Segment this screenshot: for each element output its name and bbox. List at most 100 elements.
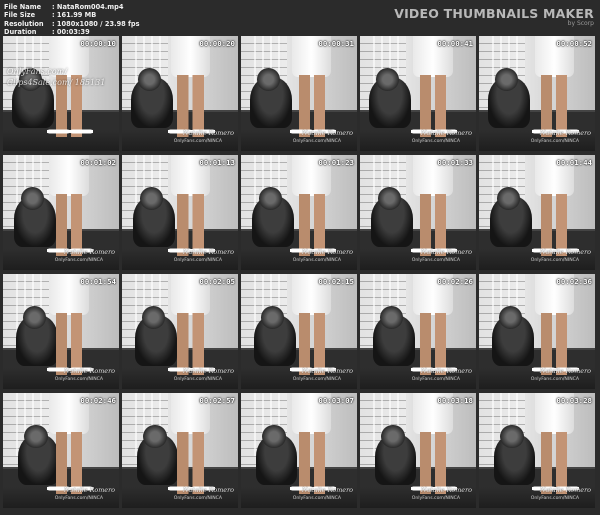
video-thumbnail[interactable]: 00:01:02 Natalie Romero OnlyFans.com/NINCA [3, 155, 119, 270]
thumbnail-timestamp: 00:01:54 [80, 277, 116, 286]
thumbnail-timestamp: 00:01:23 [318, 158, 354, 167]
thumbnail-timestamp: 00:00:52 [556, 39, 592, 48]
signature-watermark: Natalie Romero [301, 486, 353, 494]
watermark-subtext: OnlyFans.com/NINCA [530, 377, 579, 382]
meta-value: : NataRom004.mp4 [52, 3, 124, 11]
meta-row-resolution: Resolution : 1080x1080 / 23.98 fps [4, 20, 140, 28]
watermark-subtext: OnlyFans.com/NINCA [530, 139, 579, 144]
watermark-subtext: OnlyFans.com/NINCA [411, 377, 460, 382]
channel-overlay-text: OnlyFans.com/Clips4Sale.com/ 185131 [7, 66, 105, 88]
watermark-subtext: OnlyFans.com/NINCA [173, 496, 222, 501]
watermark-subtext: OnlyFans.com/NINCA [54, 377, 103, 382]
thumbnail-timestamp: 00:02:57 [199, 396, 235, 405]
thumbnail-timestamp: 00:03:18 [437, 396, 473, 405]
video-thumbnail[interactable]: 00:03:07 Natalie Romero OnlyFans.com/NINCA [241, 393, 357, 508]
video-thumbnail[interactable]: 00:02:26 Natalie Romero OnlyFans.com/NINCA [360, 274, 476, 389]
watermark-subtext: OnlyFans.com/NINCA [292, 258, 341, 263]
overlay-line: OnlyFans.com/ [7, 67, 67, 76]
thumbnail-timestamp: 00:01:44 [556, 158, 592, 167]
meta-row-file-name: File Name : NataRom004.mp4 [4, 3, 140, 11]
signature-watermark: Natalie Romero [420, 129, 472, 137]
watermark-subtext: OnlyFans.com/NINCA [173, 258, 222, 263]
video-thumbnail[interactable]: 00:02:15 Natalie Romero OnlyFans.com/NINCA [241, 274, 357, 389]
watermark-subtext: OnlyFans.com/NINCA [292, 139, 341, 144]
signature-watermark: Natalie Romero [63, 248, 115, 256]
signature-watermark: Natalie Romero [301, 129, 353, 137]
signature-watermark: Natalie Romero [539, 486, 591, 494]
file-metadata: File Name : NataRom004.mp4 File Size : 1… [4, 3, 140, 36]
video-thumbnail[interactable]: 00:02:57 Natalie Romero OnlyFans.com/NINCA [122, 393, 238, 508]
thumbnail-timestamp: 00:03:07 [318, 396, 354, 405]
signature-watermark: Natalie Romero [182, 248, 234, 256]
video-thumbnail[interactable]: 00:00:10 OnlyFans.com/Clips4Sale.com/ 185… [3, 36, 119, 151]
meta-row-file-size: File Size : 161.99 MB [4, 11, 140, 19]
video-thumbnail[interactable]: 00:00:31 Natalie Romero OnlyFans.com/NINCA [241, 36, 357, 151]
meta-value: : 1080x1080 / 23.98 fps [52, 19, 140, 28]
meta-value: : 161.99 MB [52, 11, 97, 20]
brand-title: VIDEO THUMBNAILS MAKER [394, 6, 594, 21]
video-thumbnail[interactable]: 00:03:18 Natalie Romero OnlyFans.com/NINCA [360, 393, 476, 508]
thumbnail-timestamp: 00:02:15 [318, 277, 354, 286]
video-thumbnail[interactable]: 00:01:23 Natalie Romero OnlyFans.com/NINCA [241, 155, 357, 270]
signature-watermark: Natalie Romero [420, 486, 472, 494]
thumbnail-timestamp: 00:00:41 [437, 39, 473, 48]
meta-key: Duration [4, 27, 37, 36]
video-thumbnail[interactable]: 00:01:54 Natalie Romero OnlyFans.com/NINCA [3, 274, 119, 389]
watermark-subtext: OnlyFans.com/NINCA [54, 496, 103, 501]
signature-watermark: Natalie Romero [301, 248, 353, 256]
signature-watermark: Natalie Romero [63, 367, 115, 375]
watermark-subtext: OnlyFans.com/NINCA [530, 258, 579, 263]
video-thumbnail[interactable]: 00:02:36 Natalie Romero OnlyFans.com/NINCA [479, 274, 595, 389]
signature-watermark: Natalie Romero [63, 486, 115, 494]
info-header: File Name : NataRom004.mp4 File Size : 1… [0, 0, 600, 36]
watermark-subtext: OnlyFans.com/NINCA [54, 258, 103, 263]
meta-key: Resolution [4, 19, 44, 28]
thumbnail-timestamp: 00:03:28 [556, 396, 592, 405]
brand-subtitle: by Scorp [567, 20, 594, 27]
signature-watermark: Natalie Romero [301, 367, 353, 375]
watermark-subtext: OnlyFans.com/NINCA [292, 377, 341, 382]
meta-key: File Size [4, 11, 36, 20]
signature-watermark: Natalie Romero [182, 129, 234, 137]
thumbnail-timestamp: 00:00:31 [318, 39, 354, 48]
thumbnail-timestamp: 00:01:02 [80, 158, 116, 167]
video-thumbnail[interactable]: 00:02:46 Natalie Romero OnlyFans.com/NINCA [3, 393, 119, 508]
video-thumbnail[interactable]: 00:02:05 Natalie Romero OnlyFans.com/NINCA [122, 274, 238, 389]
meta-key: File Name [4, 3, 42, 11]
thumbnail-timestamp: 00:02:05 [199, 277, 235, 286]
signature-watermark: Natalie Romero [420, 367, 472, 375]
watermark-subtext: OnlyFans.com/NINCA [411, 496, 460, 501]
thumbnail-grid: 00:00:10 OnlyFans.com/Clips4Sale.com/ 185… [3, 36, 595, 508]
overlay-line: Clips4Sale.com/ 185131 [7, 78, 106, 87]
signature-watermark: Natalie Romero [182, 367, 234, 375]
video-thumbnail[interactable]: 00:01:33 Natalie Romero OnlyFans.com/NINCA [360, 155, 476, 270]
thumbnail-timestamp: 00:00:10 [80, 39, 116, 48]
watermark-subtext: OnlyFans.com/NINCA [173, 377, 222, 382]
thumbnail-timestamp: 00:01:33 [437, 158, 473, 167]
signature-watermark: Natalie Romero [420, 248, 472, 256]
video-thumbnail[interactable]: 00:01:44 Natalie Romero OnlyFans.com/NINCA [479, 155, 595, 270]
thumbnail-timestamp: 00:01:13 [199, 158, 235, 167]
watermark-subtext: OnlyFans.com/NINCA [411, 139, 460, 144]
watermark-subtext: OnlyFans.com/NINCA [530, 496, 579, 501]
thumbnail-timestamp: 00:02:46 [80, 396, 116, 405]
meta-row-duration: Duration : 00:03:39 [4, 28, 140, 36]
thumbnail-frame-image [3, 36, 119, 151]
watermark-subtext: OnlyFans.com/NINCA [173, 139, 222, 144]
video-thumbnail[interactable]: 00:03:28 Natalie Romero OnlyFans.com/NINCA [479, 393, 595, 508]
video-thumbnail[interactable]: 00:01:13 Natalie Romero OnlyFans.com/NINCA [122, 155, 238, 270]
thumbnail-timestamp: 00:02:36 [556, 277, 592, 286]
video-thumbnail[interactable]: 00:00:52 Natalie Romero OnlyFans.com/NINCA [479, 36, 595, 151]
signature-watermark: Natalie Romero [182, 486, 234, 494]
meta-value: : 00:03:39 [52, 27, 90, 36]
thumbnail-timestamp: 00:02:26 [437, 277, 473, 286]
video-thumbnail[interactable]: 00:00:20 Natalie Romero OnlyFans.com/NINCA [122, 36, 238, 151]
thumbnail-timestamp: 00:00:20 [199, 39, 235, 48]
brand-logo: VIDEO THUMBNAILS MAKER by Scorp [394, 6, 594, 27]
signature-watermark: Natalie Romero [539, 367, 591, 375]
video-thumbnail[interactable]: 00:00:41 Natalie Romero OnlyFans.com/NINCA [360, 36, 476, 151]
watermark-subtext: OnlyFans.com/NINCA [292, 496, 341, 501]
watermark-subtext: OnlyFans.com/NINCA [411, 258, 460, 263]
signature-watermark: Natalie Romero [539, 248, 591, 256]
signature-watermark: Natalie Romero [539, 129, 591, 137]
